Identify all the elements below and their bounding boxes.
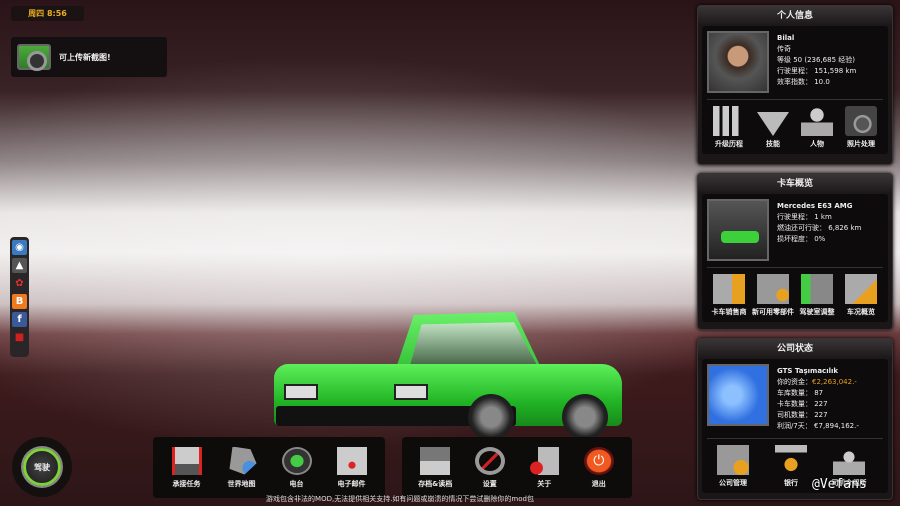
- skill-history-button[interactable]: 升级历程: [707, 106, 751, 149]
- main-menu-right: 存档&读档 设置 关于 ⏻ 退出: [402, 437, 632, 498]
- truck-model: Mercedes E63 AMG: [777, 202, 853, 210]
- power-icon: ⏻: [583, 446, 614, 475]
- profile-panel: 个人信息 Bilal 传奇 等级 50 (236,685 经验) 行驶里程： 1…: [697, 5, 893, 165]
- game-clock: 周四 8:56: [11, 6, 84, 21]
- company-profit: 利润/7天： €7,894,162.-: [777, 422, 859, 430]
- people-button[interactable]: 人物: [795, 106, 839, 149]
- blogger-icon[interactable]: B: [12, 294, 27, 309]
- europe-map-icon: [229, 446, 257, 475]
- truck-damage: 损坏程度： 0%: [777, 235, 826, 243]
- settings-button[interactable]: 设置: [464, 446, 516, 489]
- facebook-icon[interactable]: f: [12, 312, 27, 327]
- driver-avatar[interactable]: [707, 31, 769, 93]
- cargo-icon: [171, 446, 202, 475]
- player-car: [272, 312, 624, 440]
- driver-rank: 传奇: [777, 45, 791, 53]
- bank-button[interactable]: 银行: [769, 445, 813, 488]
- world-map-button[interactable]: 世界地图: [216, 446, 268, 489]
- driver-efficiency: 效率指数： 10.0: [777, 78, 830, 86]
- job-market-button[interactable]: 承接任务: [161, 446, 213, 489]
- promods-icon[interactable]: ✿: [12, 276, 27, 291]
- camera-icon: [17, 44, 51, 71]
- seat-icon: [801, 274, 833, 304]
- truck-parts-icon: [757, 274, 789, 304]
- watermark: @Vefans: [812, 477, 867, 492]
- radio-button[interactable]: 电台: [271, 446, 323, 489]
- drivers-icon: [833, 445, 865, 475]
- panel-title: 公司状态: [698, 339, 892, 359]
- photo-editing-button[interactable]: 照片处理: [839, 106, 883, 149]
- company-truck-icon: [717, 445, 749, 475]
- feedback-icon[interactable]: ■: [12, 330, 27, 345]
- driver-distance: 行驶里程： 151,598 km: [777, 67, 857, 75]
- exit-button[interactable]: ⏻ 退出: [573, 446, 625, 489]
- screenshot-notification[interactable]: 可上传新截图!: [11, 37, 167, 77]
- company-panel: 公司状态 GTS Taşımacılık 你的资金：€2,263,042.- 车…: [697, 338, 893, 500]
- main-menu-left: 承接任务 世界地图 电台 电子邮件: [153, 437, 385, 498]
- company-trucks: 卡车数量： 227: [777, 400, 828, 408]
- company-garages: 车库数量： 87: [777, 389, 824, 397]
- about-button[interactable]: 关于: [518, 446, 570, 489]
- about-icon: [529, 446, 560, 475]
- online-icon[interactable]: ◉: [12, 240, 27, 255]
- company-money: €2,263,042.-: [812, 378, 857, 386]
- truck-thumbnail[interactable]: [707, 199, 769, 261]
- save-load-button[interactable]: 存档&读档: [409, 446, 461, 489]
- skills-button[interactable]: 技能: [751, 106, 795, 149]
- truck-condition-button[interactable]: 车况概览: [839, 274, 883, 317]
- driver-level: 等级 50 (236,685 经验): [777, 56, 855, 64]
- gear-wrench-icon: [474, 446, 505, 475]
- truck-dealer-button[interactable]: 卡车销售商: [707, 274, 751, 317]
- notification-text: 可上传新截图!: [59, 52, 111, 62]
- panel-title: 个人信息: [698, 6, 892, 26]
- floppy-disk-icon: [420, 446, 451, 475]
- steam-workshop-icon[interactable]: ▲: [12, 258, 27, 273]
- company-name: GTS Taşımacılık: [777, 367, 839, 375]
- panel-title: 卡车概览: [698, 174, 892, 194]
- truck-fuel-range: 燃油还可行驶： 6,826 km: [777, 224, 862, 232]
- company-logo[interactable]: [707, 364, 769, 426]
- truck-distance: 行驶里程： 1 km: [777, 213, 832, 221]
- truck-panel: 卡车概览 Mercedes E63 AMG 行驶里程： 1 km 燃油还可行驶：…: [697, 173, 893, 330]
- social-sidebar: ◉ ▲ ✿ B f ■: [10, 237, 29, 357]
- truck-wrench-icon: [845, 274, 877, 304]
- skills-emblem-icon: [757, 112, 789, 136]
- bank-icon: [775, 445, 807, 475]
- radio-headphones-icon: [281, 446, 312, 475]
- mod-warning: 游戏包含非法的MOD,无法提供相关支持.如有问题或崩溃的情况下尝试删除你的mod…: [266, 495, 534, 503]
- email-icon: [336, 446, 367, 475]
- cabin-adjust-button[interactable]: 驾驶室调整: [795, 274, 839, 317]
- camera-icon: [845, 106, 877, 136]
- company-drivers: 司机数量： 227: [777, 411, 828, 419]
- drive-label: 驾驶: [34, 462, 50, 472]
- people-icon: [801, 106, 833, 136]
- email-button[interactable]: 电子邮件: [326, 446, 378, 489]
- company-management-button[interactable]: 公司管理: [711, 445, 755, 488]
- level-chart-icon: [713, 106, 745, 136]
- driver-name: Bilal: [777, 34, 795, 42]
- drive-button[interactable]: 驾驶: [12, 437, 72, 497]
- truck-euro-icon: [713, 274, 745, 304]
- new-parts-button[interactable]: 新可用零部件: [751, 274, 795, 317]
